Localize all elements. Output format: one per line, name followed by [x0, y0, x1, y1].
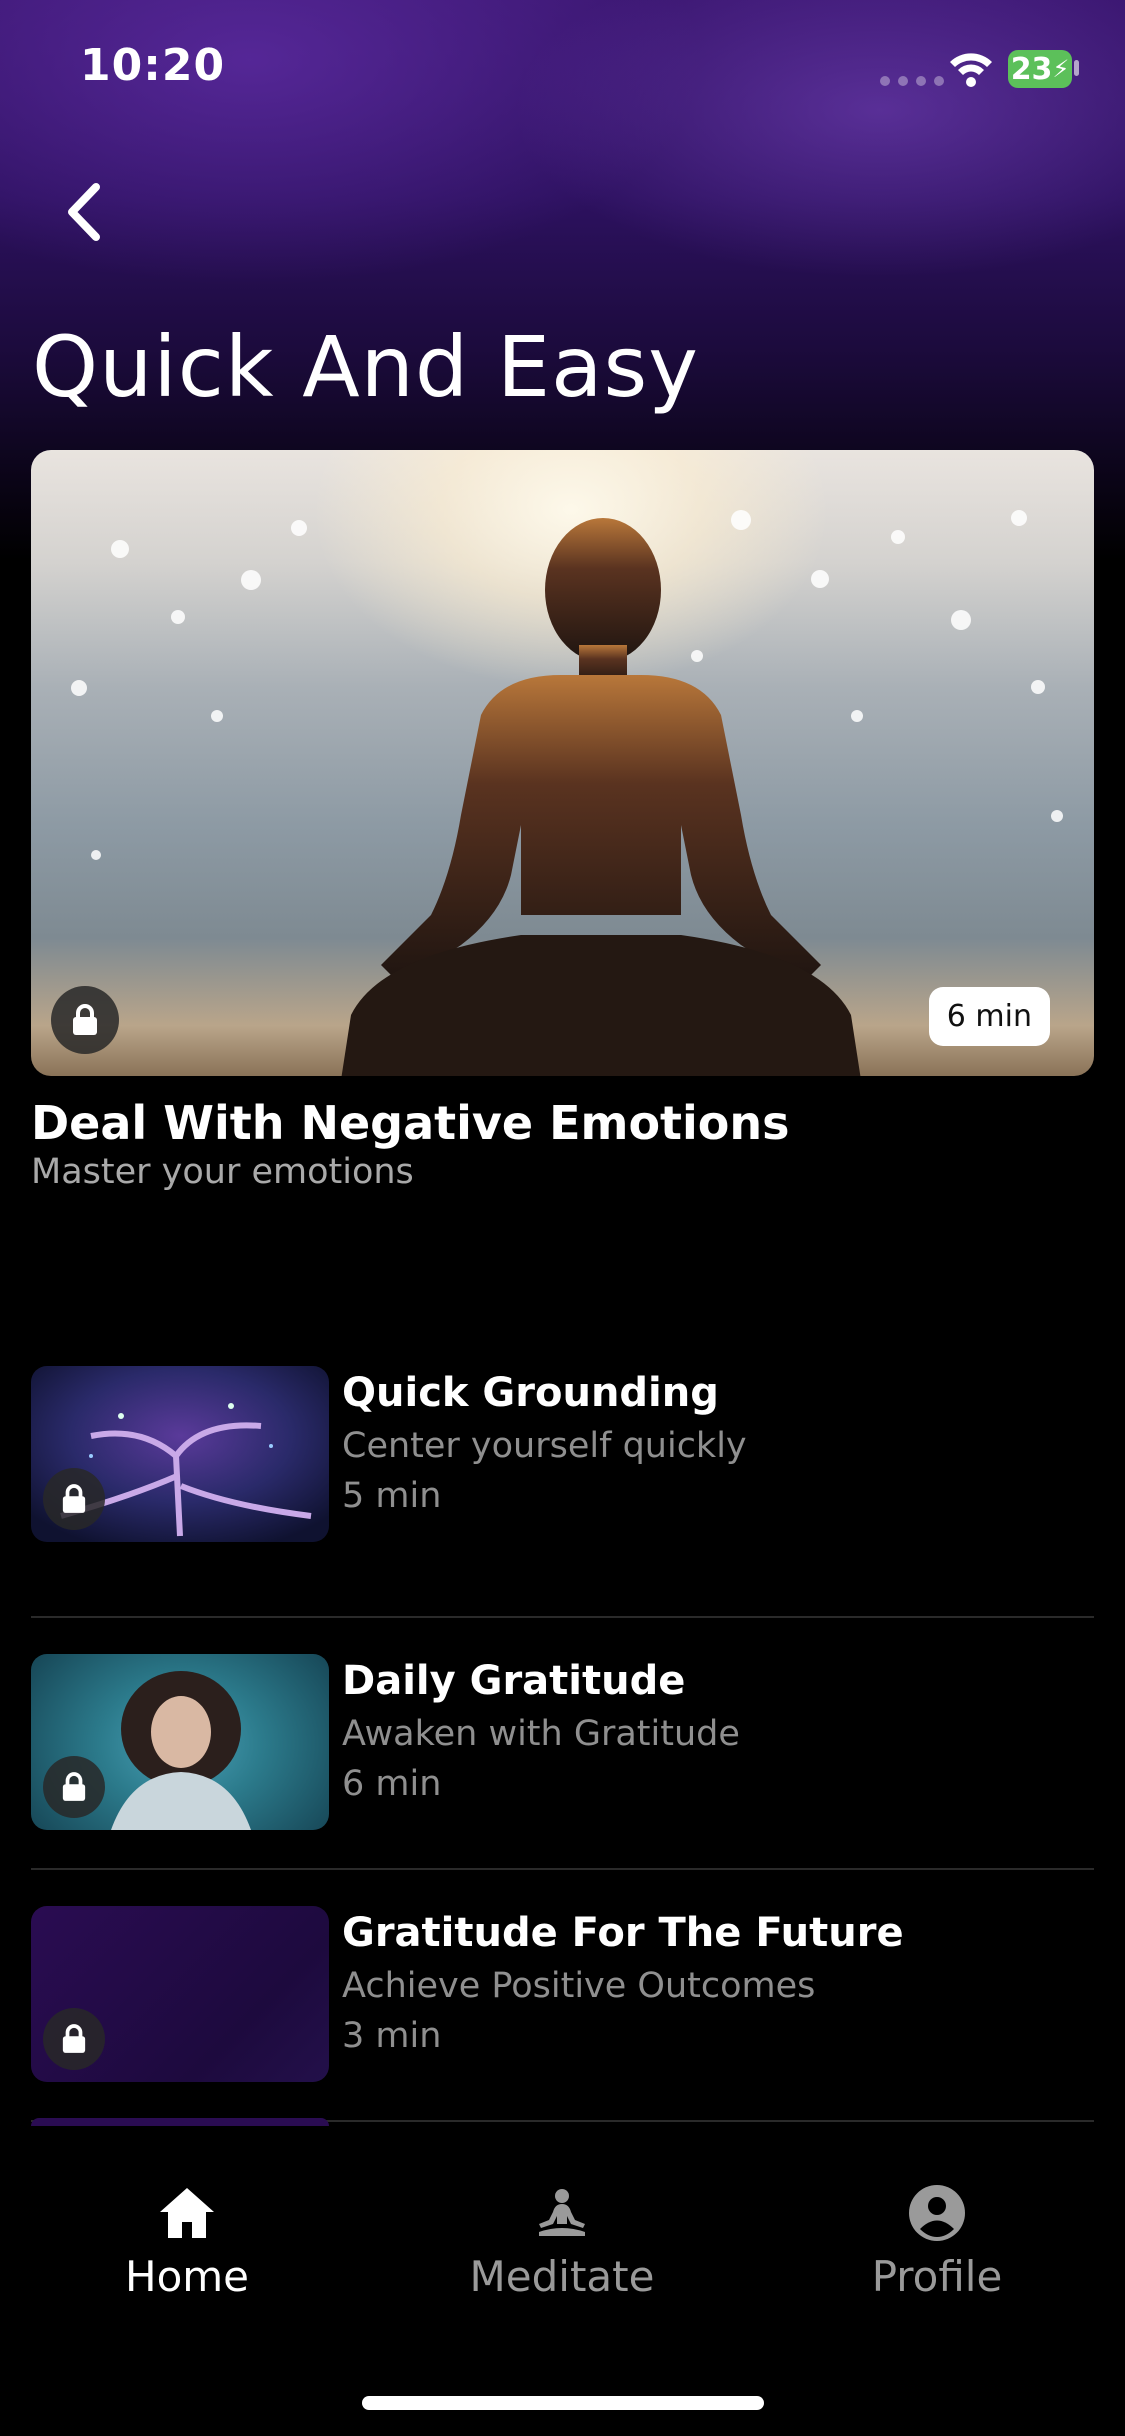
- bokeh-light: [1031, 680, 1045, 694]
- home-icon: [160, 2188, 214, 2238]
- home-indicator: [362, 2396, 764, 2410]
- session-title: Gratitude For The Future: [342, 1910, 904, 1956]
- session-thumbnail: [31, 1366, 329, 1542]
- battery-level: 23: [1010, 51, 1053, 87]
- session-subtitle: Awaken with Gratitude: [342, 1714, 740, 1754]
- profile-icon: [909, 2185, 965, 2241]
- bokeh-light: [291, 520, 307, 536]
- meditate-icon: [539, 2189, 585, 2236]
- tab-profile[interactable]: Profile: [807, 2182, 1067, 2301]
- lock-badge: [51, 986, 119, 1054]
- back-button[interactable]: [56, 180, 112, 244]
- bokeh-light: [91, 850, 101, 860]
- page-title: Quick And Easy: [32, 318, 699, 416]
- tab-meditate[interactable]: Meditate: [432, 2182, 692, 2301]
- chevron-left-icon: [68, 183, 100, 241]
- session-title: Quick Grounding: [342, 1370, 719, 1416]
- list-item[interactable]: Quick Grounding Center yourself quickly …: [31, 1366, 1094, 1618]
- list-item-partial: [31, 2118, 329, 2126]
- bokeh-light: [211, 710, 223, 722]
- featured-title[interactable]: Deal With Negative Emotions: [31, 1096, 790, 1150]
- lock-icon: [62, 1772, 86, 1801]
- battery-nub: [1074, 60, 1079, 76]
- session-thumbnail: [31, 1654, 329, 1830]
- bokeh-light: [951, 610, 971, 630]
- tab-label: Meditate: [469, 2252, 655, 2301]
- session-title: Daily Gratitude: [342, 1658, 686, 1704]
- lock-icon: [73, 1004, 97, 1035]
- bokeh-light: [171, 610, 185, 624]
- featured-subtitle: Master your emotions: [31, 1152, 414, 1192]
- tab-home[interactable]: Home: [57, 2182, 317, 2301]
- session-subtitle: Center yourself quickly: [342, 1426, 747, 1466]
- battery-icon: 23 ⚡: [1008, 50, 1072, 88]
- session-duration: 3 min: [342, 2016, 442, 2056]
- bokeh-light: [1051, 810, 1063, 822]
- bokeh-light: [891, 530, 905, 544]
- bokeh-light: [71, 680, 87, 696]
- bokeh-light: [111, 540, 129, 558]
- featured-session-card[interactable]: 6 min: [31, 450, 1094, 1076]
- status-bar: 10:20 23 ⚡: [0, 0, 1125, 140]
- tab-label: Home: [124, 2252, 250, 2301]
- bokeh-light: [1011, 510, 1027, 526]
- list-item[interactable]: Gratitude For The Future Achieve Positiv…: [31, 1870, 1094, 2122]
- bokeh-light: [241, 570, 261, 590]
- tab-label: Profile: [871, 2252, 1003, 2301]
- session-subtitle: Achieve Positive Outcomes: [342, 1966, 816, 2006]
- wifi-icon: [950, 53, 992, 87]
- cellular-signal-icon: [880, 76, 944, 86]
- duration-badge: 6 min: [928, 987, 1050, 1046]
- lock-badge: [43, 2008, 105, 2070]
- session-duration: 6 min: [342, 1764, 442, 1804]
- session-text: Quick Grounding Center yourself quickly …: [342, 1366, 747, 1516]
- lock-badge: [43, 1756, 105, 1818]
- lock-icon: [62, 2024, 86, 2053]
- list-item[interactable]: Daily Gratitude Awaken with Gratitude 6 …: [31, 1618, 1094, 1870]
- session-thumbnail: [31, 1906, 329, 2082]
- session-duration: 5 min: [342, 1476, 442, 1516]
- lock-icon: [62, 1484, 86, 1513]
- session-list: Quick Grounding Center yourself quickly …: [31, 1366, 1094, 2122]
- session-text: Daily Gratitude Awaken with Gratitude 6 …: [342, 1654, 740, 1804]
- status-time: 10:20: [80, 40, 226, 91]
- meditation-silhouette: [341, 518, 861, 1076]
- session-text: Gratitude For The Future Achieve Positiv…: [342, 1906, 904, 2056]
- lock-badge: [43, 1468, 105, 1530]
